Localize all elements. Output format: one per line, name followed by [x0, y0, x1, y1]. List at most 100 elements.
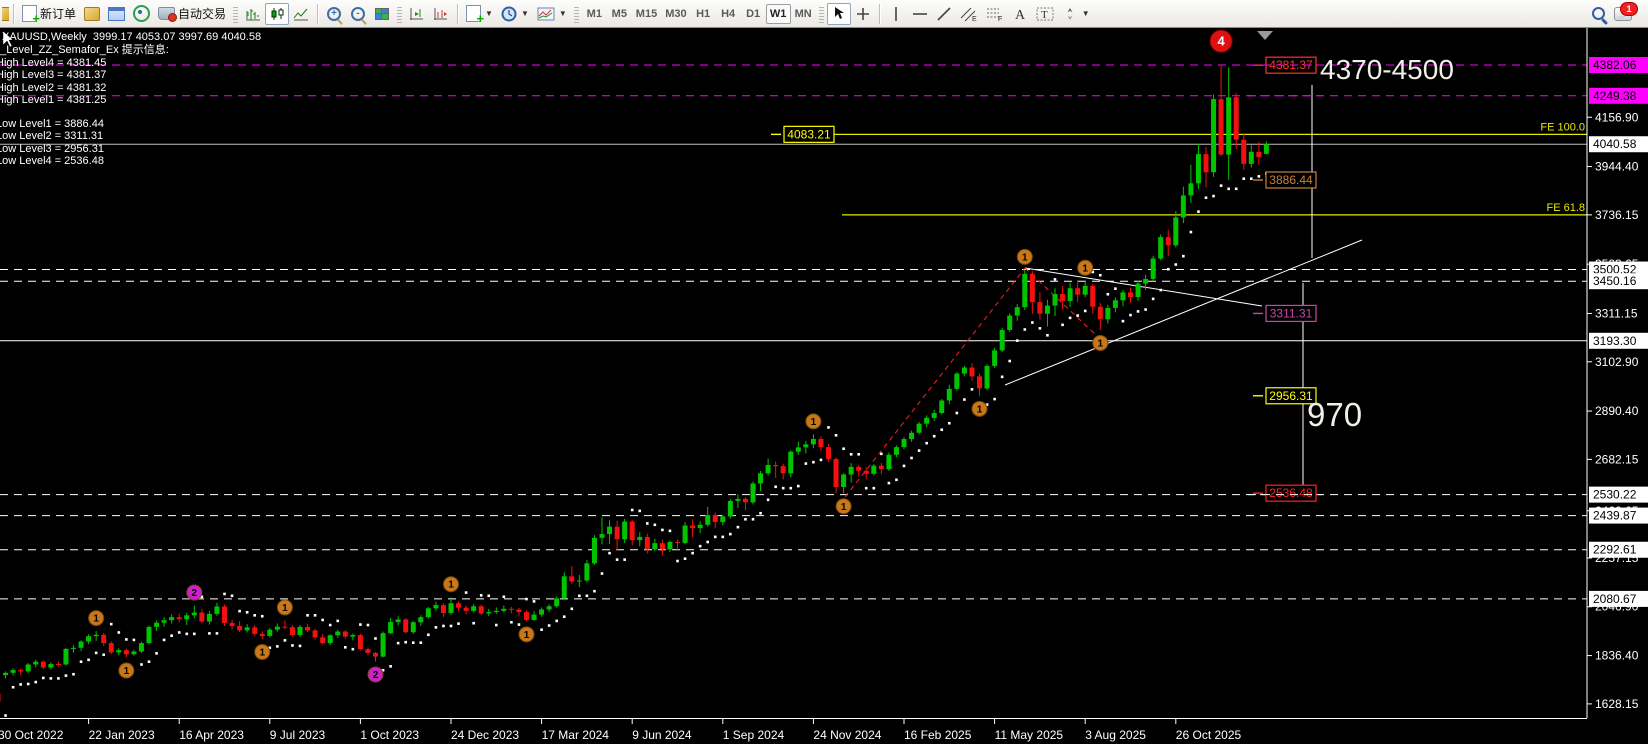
timeframe-MN[interactable]: MN: [791, 4, 816, 24]
timeframe-D1[interactable]: D1: [741, 4, 766, 24]
svg-text:A: A: [1015, 8, 1026, 21]
tile-windows-button[interactable]: [370, 3, 394, 25]
signals-icon: [133, 5, 150, 22]
zoom-out-icon: -: [351, 7, 365, 21]
date-label: 9 Jul 2023: [270, 728, 326, 742]
crosshair-button[interactable]: [851, 3, 875, 25]
svg-text:3944.40: 3944.40: [1595, 160, 1639, 174]
package-button[interactable]: [80, 3, 104, 25]
zoom-in-button[interactable]: +: [322, 3, 346, 25]
candlestick-chart-button[interactable]: [265, 3, 289, 25]
tile-windows-icon: [375, 8, 389, 20]
date-label: 1 Oct 2023: [360, 728, 419, 742]
date-label: 26 Oct 2025: [1176, 728, 1242, 742]
svg-text:2530.22: 2530.22: [1593, 488, 1637, 502]
equidistant-channel-button[interactable]: E: [956, 3, 982, 25]
svg-text:2682.15: 2682.15: [1595, 452, 1639, 466]
svg-text:4382.06: 4382.06: [1593, 58, 1637, 72]
templates-icon: [537, 7, 555, 21]
fibonacci-icon: F: [986, 6, 1004, 22]
periods-icon: [501, 6, 517, 22]
templates-button[interactable]: ▼: [533, 3, 571, 25]
timeframe-W1[interactable]: W1: [766, 4, 791, 24]
fibonacci-button[interactable]: F: [982, 3, 1008, 25]
timeframe-M1[interactable]: M1: [582, 4, 607, 24]
chat-badge: 1: [1620, 2, 1638, 16]
timeframe-H1[interactable]: H1: [691, 4, 716, 24]
svg-text:1: 1: [977, 404, 983, 415]
indicator-low-level1: Low Level1 = 3886.44: [0, 118, 104, 130]
line-chart-button[interactable]: [289, 3, 313, 25]
toolbar: 新订单 自动交易 + - ▼: [0, 0, 1648, 28]
date-label: 1 Sep 2024: [723, 728, 785, 742]
vertical-line-icon: [890, 6, 902, 22]
svg-text:3102.90: 3102.90: [1595, 355, 1639, 369]
timeframe-M30[interactable]: M30: [661, 4, 690, 24]
indicator-low-level2: Low Level2 = 3311.31: [0, 130, 103, 142]
crosshair-icon: [855, 6, 871, 22]
cursor-icon: [832, 6, 846, 21]
svg-text:FE 61.8: FE 61.8: [1546, 202, 1585, 214]
svg-text:1: 1: [259, 647, 265, 658]
date-label: 30 Oct 2022: [0, 728, 64, 742]
chart-window-button[interactable]: [104, 3, 129, 25]
arrows-icon: [1062, 6, 1078, 22]
horizontal-line-button[interactable]: [908, 3, 932, 25]
signals-button[interactable]: [129, 3, 154, 25]
chat-button[interactable]: 1: [1610, 3, 1636, 25]
text-button[interactable]: A: [1008, 3, 1032, 25]
svg-text:1: 1: [1098, 338, 1104, 349]
annotation-970[interactable]: 970: [1307, 396, 1362, 433]
bar-chart-icon: [245, 7, 261, 21]
svg-text:T: T: [1041, 9, 1048, 21]
svg-text:1: 1: [93, 614, 99, 625]
search-button[interactable]: [1586, 3, 1610, 25]
shift-end-button[interactable]: [405, 3, 429, 25]
indicator-high-level2: High Level2 = 4381.32: [0, 82, 106, 94]
chart-canvas[interactable]: FE 100.0FE 61.81211111411211114381.37388…: [0, 0, 1648, 744]
svg-text:1628.15: 1628.15: [1595, 697, 1639, 711]
timeframe-M5[interactable]: M5: [607, 4, 632, 24]
bar-chart-button[interactable]: [241, 3, 265, 25]
annotation-4370-4500[interactable]: 4370-4500: [1320, 54, 1454, 85]
toolbar-grip[interactable]: [574, 5, 579, 23]
cursor-button[interactable]: [827, 3, 851, 25]
package-icon: [84, 7, 100, 21]
chat-icon: 1: [1614, 7, 1632, 21]
indicator-high-level3: High Level3 = 4381.37: [0, 69, 106, 81]
date-label: 16 Feb 2025: [904, 728, 972, 742]
zoom-out-button[interactable]: -: [346, 3, 370, 25]
indicators-icon: [466, 5, 481, 22]
trendline-button[interactable]: [932, 3, 956, 25]
text-label-icon: T: [1036, 6, 1054, 22]
equidistant-channel-icon: E: [960, 6, 978, 22]
toolbar-grip[interactable]: [233, 5, 238, 23]
timeframe-H4[interactable]: H4: [716, 4, 741, 24]
svg-text:1: 1: [524, 630, 530, 641]
svg-text:1: 1: [841, 502, 847, 513]
text-icon: A: [1013, 6, 1027, 21]
toolbar-grip[interactable]: [819, 5, 824, 23]
svg-text:4083.21: 4083.21: [787, 127, 831, 141]
date-label: 16 Apr 2023: [179, 728, 244, 742]
arrows-button[interactable]: ▼: [1058, 3, 1094, 25]
new-order-button[interactable]: 新订单: [18, 3, 80, 25]
trendline-icon: [936, 6, 952, 22]
scroll-marker-icon: [1257, 31, 1273, 40]
svg-text:1: 1: [1022, 252, 1028, 263]
svg-text:2439.87: 2439.87: [1593, 509, 1637, 523]
svg-text:4156.90: 4156.90: [1595, 110, 1639, 124]
timeframe-M15[interactable]: M15: [632, 4, 661, 24]
svg-text:1: 1: [124, 666, 130, 677]
svg-text:1: 1: [1082, 263, 1088, 274]
svg-text:3311.31: 3311.31: [1270, 306, 1313, 320]
svg-text:3450.16: 3450.16: [1593, 274, 1637, 288]
auto-scroll-button[interactable]: [429, 3, 453, 25]
vertical-line-button[interactable]: [884, 3, 908, 25]
text-label-button[interactable]: T: [1032, 3, 1058, 25]
toolbar-grip[interactable]: [397, 5, 402, 23]
periods-button[interactable]: ▼: [497, 3, 533, 25]
indicators-button[interactable]: ▼: [462, 3, 497, 25]
date-label: 9 Jun 2024: [632, 728, 692, 742]
auto-trading-button[interactable]: 自动交易: [154, 3, 230, 25]
